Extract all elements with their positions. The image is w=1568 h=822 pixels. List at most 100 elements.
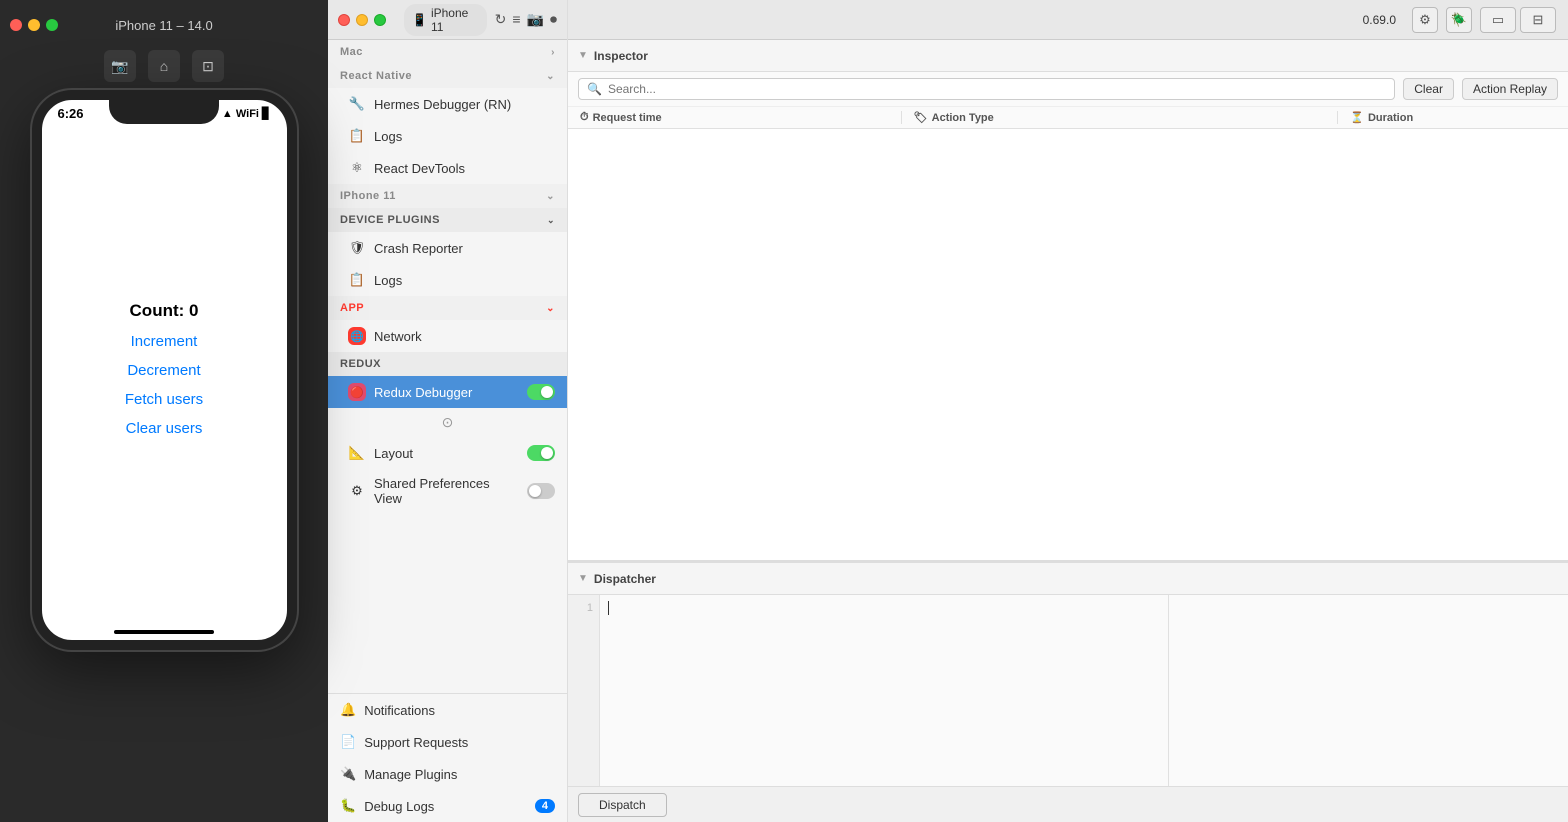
sidebar-item-crash-reporter[interactable]: 🛡 Crash Reporter bbox=[328, 232, 567, 264]
sidebar-item-network[interactable]: 🌐 Network bbox=[328, 320, 567, 352]
support-requests-icon: 📄 bbox=[340, 734, 356, 750]
text-cursor bbox=[608, 601, 609, 615]
duration-icon: ⏳ bbox=[1350, 111, 1364, 124]
action-type-icon: 🏷 bbox=[914, 111, 928, 124]
gear-icon-btn[interactable]: ⚙ bbox=[1412, 7, 1438, 33]
sidebar-section-iphone11[interactable]: IPhone 11 ⌄ bbox=[328, 184, 567, 208]
collapse-button[interactable]: ⊙ bbox=[438, 410, 458, 435]
inspector-area: 0.69.0 ⚙ 🪲 ▭ ⊟ ▼ Inspector 🔍 Clear Actio… bbox=[568, 0, 1568, 822]
rotate-button[interactable]: ⊡ bbox=[192, 50, 224, 82]
flipper-minimize-dot[interactable] bbox=[356, 14, 368, 26]
sidebar-item-react-devtools[interactable]: ⚛ React DevTools bbox=[328, 152, 567, 184]
network-label: Network bbox=[374, 329, 422, 344]
clear-users-link[interactable]: Clear users bbox=[126, 420, 203, 437]
react-native-chevron: ⌄ bbox=[546, 71, 555, 82]
search-icon: 🔍 bbox=[587, 82, 602, 96]
sidebar-section-app[interactable]: APP ⌄ bbox=[328, 296, 567, 320]
sidebar-section-mac[interactable]: Mac › bbox=[328, 40, 567, 64]
refresh-icon[interactable]: ↻ bbox=[495, 11, 507, 28]
simulator-titlebar: iPhone 11 – 14.0 bbox=[0, 0, 328, 50]
sidebar-item-logs-device[interactable]: 📋 Logs bbox=[328, 264, 567, 296]
layout-icon: 📐 bbox=[348, 444, 366, 462]
version-text: 0.69.0 bbox=[1363, 13, 1396, 27]
clear-button[interactable]: Clear bbox=[1403, 78, 1454, 100]
flipper-window-controls bbox=[338, 14, 386, 26]
notifications-icon: 🔔 bbox=[340, 702, 356, 718]
status-icons: ▲ WiFi ▊ bbox=[222, 107, 271, 120]
device-plugins-section[interactable]: DEVICE PLUGINS ⌄ bbox=[328, 208, 567, 232]
duration-label: Duration bbox=[1368, 112, 1413, 124]
sidebar-item-debug-logs[interactable]: 🐛 Debug Logs 4 bbox=[328, 790, 567, 822]
support-requests-label: Support Requests bbox=[364, 735, 468, 750]
fetch-users-link[interactable]: Fetch users bbox=[125, 391, 203, 408]
maximize-dot[interactable] bbox=[46, 19, 58, 31]
redux-debugger-toggle[interactable] bbox=[527, 384, 555, 400]
flipper-close-dot[interactable] bbox=[338, 14, 350, 26]
debug-logs-icon: 🐛 bbox=[340, 798, 356, 814]
sidebar-item-layout[interactable]: 📐 Layout bbox=[328, 437, 567, 469]
decrement-link[interactable]: Decrement bbox=[127, 362, 200, 379]
bug-icon-btn[interactable]: 🪲 bbox=[1446, 7, 1472, 33]
dispatcher-right-column bbox=[1168, 595, 1568, 786]
app-content: Count: 0 Increment Decrement Fetch users… bbox=[42, 121, 287, 457]
device-chip-label: iPhone 11 bbox=[431, 6, 479, 34]
flipper-sidebar: 📱 iPhone 11 ↻ ≡ 📷 ⏺ Mac › React Native ⌄… bbox=[328, 0, 568, 822]
debug-logs-badge: 4 bbox=[535, 799, 555, 813]
home-button[interactable]: ⌂ bbox=[148, 50, 180, 82]
inspector-topbar: 0.69.0 ⚙ 🪲 ▭ ⊟ bbox=[568, 0, 1568, 40]
sidebar-item-notifications[interactable]: 🔔 Notifications bbox=[328, 694, 567, 726]
search-input[interactable] bbox=[608, 82, 1386, 96]
simulator-title: iPhone 11 – 14.0 bbox=[115, 18, 212, 33]
sidebar-item-logs-rn[interactable]: 📋 Logs bbox=[328, 120, 567, 152]
shared-prefs-label: Shared Preferences View bbox=[374, 476, 519, 506]
dispatcher-header: ▼ Dispatcher bbox=[568, 563, 1568, 595]
redux-debugger-label: Redux Debugger bbox=[374, 385, 472, 400]
toggle-thumb bbox=[541, 386, 553, 398]
simulator-area: iPhone 11 – 14.0 📷 ⌂ ⊡ 6:26 ▲ WiFi ▊ Cou… bbox=[0, 0, 328, 822]
sidebar-item-support-requests[interactable]: 📄 Support Requests bbox=[328, 726, 567, 758]
dispatcher-body: 1 bbox=[568, 595, 1568, 786]
dispatcher-title: Dispatcher bbox=[594, 572, 656, 586]
inspector-title: Inspector bbox=[594, 49, 648, 63]
sidebar-item-manage-plugins[interactable]: 🔌 Manage Plugins bbox=[328, 758, 567, 790]
action-replay-button[interactable]: Action Replay bbox=[1462, 78, 1558, 100]
camera-icon[interactable]: 📷 bbox=[527, 11, 544, 28]
sidebar-section-react-native[interactable]: React Native ⌄ bbox=[328, 64, 567, 88]
hermes-label: Hermes Debugger (RN) bbox=[374, 97, 511, 112]
debug-logs-label: Debug Logs bbox=[364, 799, 434, 814]
device-plugins-label: DEVICE PLUGINS bbox=[340, 214, 440, 226]
layout-toggle[interactable] bbox=[527, 445, 555, 461]
line-numbers: 1 bbox=[568, 595, 600, 786]
inspector-panel: ▼ Inspector 🔍 Clear Action Replay ⏱ Requ… bbox=[568, 40, 1568, 562]
topbar-icons: ↻ ≡ 📷 ⏺ bbox=[495, 11, 557, 28]
minimize-dot[interactable] bbox=[28, 19, 40, 31]
iphone11-label: IPhone 11 bbox=[340, 190, 396, 202]
th-action-type: 🏷 Action Type bbox=[902, 111, 1339, 124]
sidebar-item-hermes[interactable]: 🔧 Hermes Debugger (RN) bbox=[328, 88, 567, 120]
device-chip[interactable]: 📱 iPhone 11 bbox=[404, 4, 487, 36]
inspector-header: ▼ Inspector bbox=[568, 40, 1568, 72]
line-num-1: 1 bbox=[568, 599, 599, 617]
flipper-maximize-dot[interactable] bbox=[374, 14, 386, 26]
device-chip-icon: 📱 bbox=[412, 13, 427, 27]
screenshot-button[interactable]: 📷 bbox=[104, 50, 136, 82]
record-icon[interactable]: ⏺ bbox=[550, 11, 557, 28]
single-panel-btn[interactable]: ▭ bbox=[1480, 7, 1516, 33]
shared-prefs-toggle[interactable] bbox=[527, 483, 555, 499]
dispatcher-editor[interactable] bbox=[600, 595, 1168, 786]
dispatch-button[interactable]: Dispatch bbox=[578, 793, 667, 817]
count-label: Count: 0 bbox=[130, 301, 199, 321]
sidebar-item-redux-debugger[interactable]: 🔴 Redux Debugger bbox=[328, 376, 567, 408]
th-duration: ⏳ Duration bbox=[1338, 111, 1568, 124]
split-panel-btn[interactable]: ⊟ bbox=[1520, 7, 1556, 33]
redux-debugger-icon: 🔴 bbox=[348, 383, 366, 401]
request-time-icon: ⏱ bbox=[580, 111, 589, 124]
th-request-time: ⏱ Request time bbox=[568, 111, 902, 124]
app-label: APP bbox=[340, 302, 364, 314]
menu-icon[interactable]: ≡ bbox=[512, 11, 520, 28]
flipper-topbar: 📱 iPhone 11 ↻ ≡ 📷 ⏺ bbox=[328, 0, 567, 40]
increment-link[interactable]: Increment bbox=[131, 333, 198, 350]
sidebar-item-shared-prefs[interactable]: ⚙ Shared Preferences View bbox=[328, 469, 567, 513]
close-dot[interactable] bbox=[10, 19, 22, 31]
inspector-triangle: ▼ bbox=[578, 50, 588, 61]
